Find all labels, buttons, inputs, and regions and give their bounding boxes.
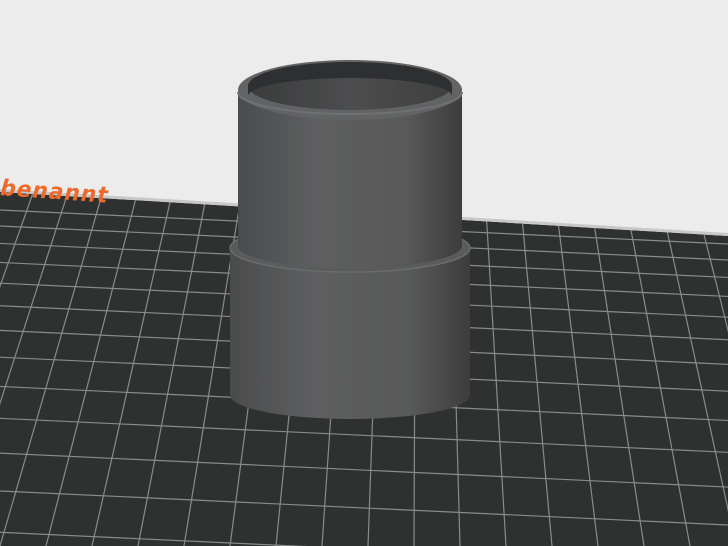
model-lower-section xyxy=(230,248,470,419)
model-cylinder[interactable] xyxy=(229,60,471,419)
build-plate-scene xyxy=(0,60,728,546)
3d-viewport[interactable]: benannt xyxy=(0,0,728,546)
